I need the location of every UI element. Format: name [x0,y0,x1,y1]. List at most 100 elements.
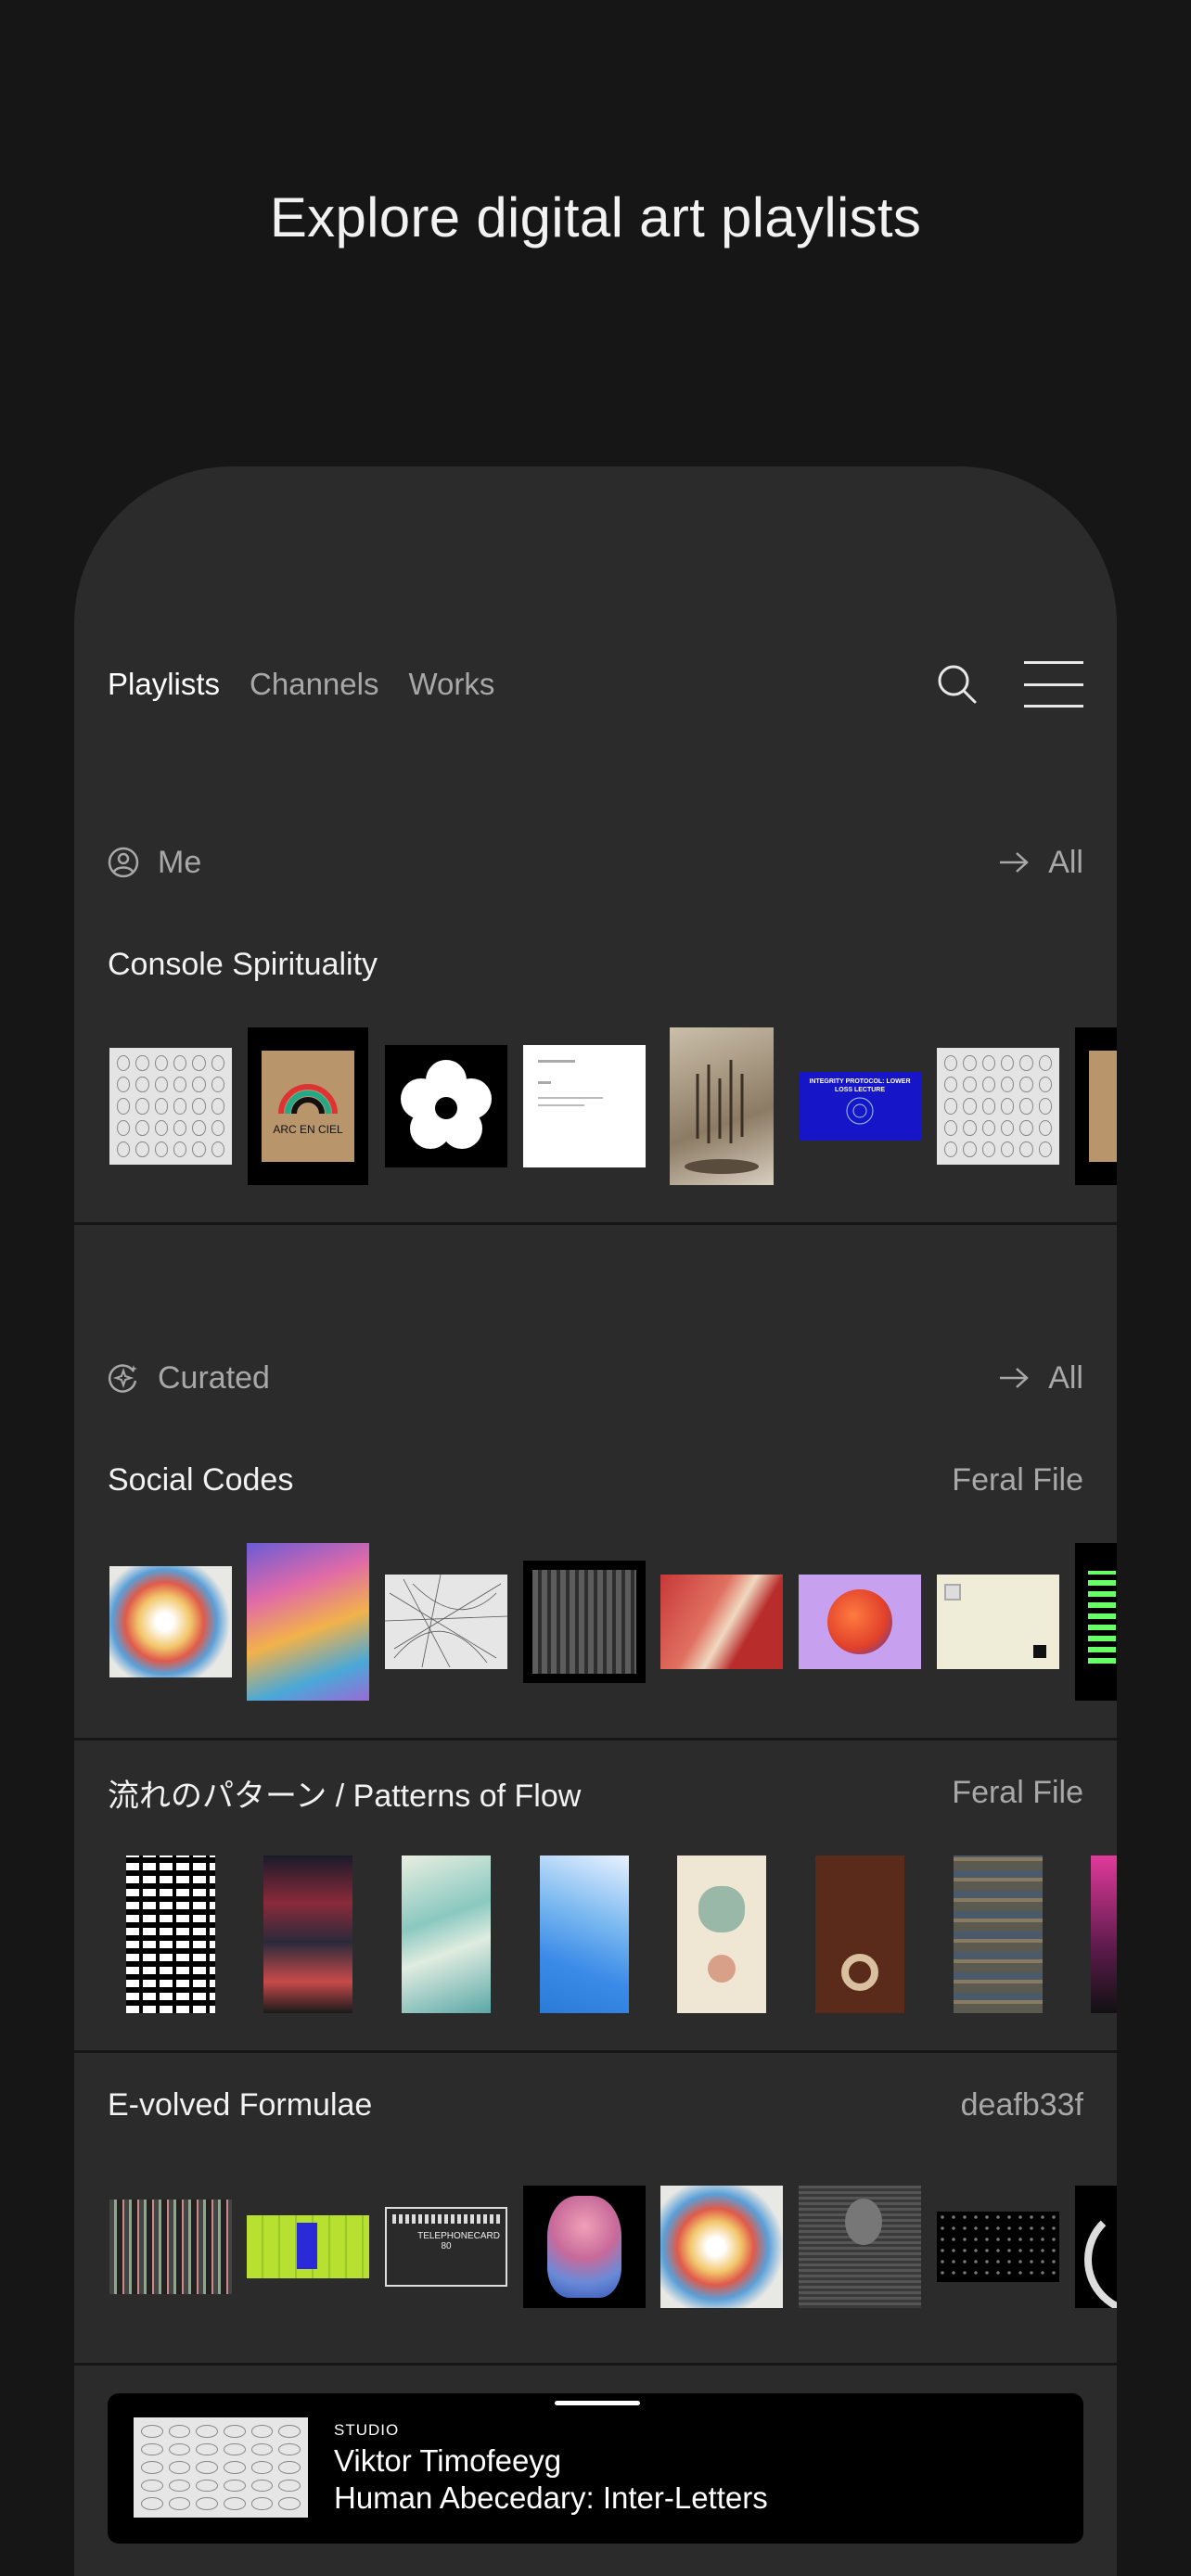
artwork-thumbnail[interactable] [521,1543,647,1701]
artwork-thumbnail[interactable] [245,1855,371,2013]
artwork-thumbnail[interactable]: TELEPHONECARD 80 [383,2168,509,2326]
section-label: Curated [158,1359,270,1396]
divider [74,1738,1117,1741]
playlist-owner: Feral File [952,1774,1083,1810]
drag-handle[interactable] [555,2401,640,2405]
artwork-thumbnail[interactable] [108,1027,234,1185]
artwork-thumbnail[interactable]: INTEGRITY PROTOCOL: LOWER LOSS LECTURE [797,1027,923,1185]
see-all-link[interactable]: All [1048,1360,1083,1396]
artwork-thumbnail[interactable] [245,2168,371,2326]
psychedelic-art [247,1543,369,1701]
dot-field-art [937,2212,1059,2282]
now-playing-bar[interactable]: STUDIO Viktor Timofeeyg Human Abecedary:… [108,2393,1083,2544]
gradient-swirl-art [109,1566,232,1677]
teal-flow-art [402,1855,491,2013]
artwork-caption: INTEGRITY PROTOCOL: LOWER LOSS LECTURE [809,1078,911,1093]
top-nav: Playlists Channels Works [108,652,1083,717]
artwork-thumbnail[interactable] [521,2168,647,2326]
playlist-thumbnails[interactable]: TELEPHONECARD 80 [108,2168,1117,2326]
artwork-thumbnail[interactable] [245,1543,371,1701]
user-circle-icon [108,847,139,878]
gray-maze-art [523,1561,646,1683]
text-document-art [523,1045,646,1167]
artwork-caption: 80 [441,2241,452,2251]
playlist-title: 流れのパターン / Patterns of Flow [108,1778,582,1814]
red-abstract-art [660,1575,783,1669]
page-title: Explore digital art playlists [269,186,922,249]
glyph-grid-art [937,1048,1059,1165]
artwork-thumbnail[interactable] [383,1855,509,2013]
arrow-right-icon[interactable] [998,851,1030,874]
artwork-thumbnail[interactable] [1072,2168,1117,2326]
playlist-header[interactable]: 流れのパターン / Patterns of Flow Feral File [108,1765,1083,1820]
magenta-art [1091,1855,1117,2013]
see-all-link[interactable]: All [1048,845,1083,881]
artwork-thumbnail[interactable] [659,1543,785,1701]
playlist-thumbnails[interactable] [108,1855,1117,2013]
artwork-thumbnail[interactable]: ARC EN CIEL [245,1027,371,1185]
line-scribble-art [385,1575,507,1669]
rust-circle-art [815,1855,904,2013]
integrity-protocol-art: INTEGRITY PROTOCOL: LOWER LOSS LECTURE [799,1072,921,1141]
glitch-green-art [1075,1543,1117,1701]
tab-playlists[interactable]: Playlists [108,667,220,702]
artwork-thumbnail[interactable] [1072,1855,1117,2013]
playlist-owner: Feral File [952,1461,1083,1498]
telephone-card-art: TELEPHONECARD 80 [385,2207,507,2287]
playlist-thumbnails[interactable]: ARC EN CIEL INTEGRITY PROTOCOL: LOWER LO… [108,1027,1117,1185]
artwork-thumbnail[interactable] [108,2168,234,2326]
green-grid-art [247,2215,369,2278]
playlist-header[interactable]: Social Codes Feral File [108,1452,1083,1508]
artwork-thumbnail[interactable] [108,1855,234,2013]
arc-en-ciel-art: ARC EN CIEL [248,1027,368,1185]
artwork-thumbnail[interactable] [935,1027,1061,1185]
artwork-thumbnail[interactable] [1072,1543,1117,1701]
artwork-thumbnail[interactable] [383,1543,509,1701]
artwork-thumbnail[interactable] [659,1027,785,1185]
beige-blob-art [677,1855,766,2013]
playlist-header[interactable]: Console Spirituality [108,937,1083,992]
tab-channels[interactable]: Channels [250,667,378,702]
artwork-thumbnail[interactable] [659,2168,785,2326]
beige-minimal-art [937,1575,1059,1669]
playlist-title: Console Spirituality [108,946,378,982]
etching-art [670,1027,774,1185]
blue-sky-art [540,1855,629,2013]
sparkle-badge-icon [109,1364,137,1393]
artwork-thumbnail[interactable] [521,1855,647,2013]
artwork-thumbnail[interactable] [1072,1027,1117,1185]
app-screen: Playlists Channels Works Me All Console … [74,466,1117,2576]
glitch-stripes-art [109,2200,232,2294]
now-playing-work: Human Abecedary: Inter-Letters [334,2480,768,2515]
artwork-thumbnail[interactable] [383,1027,509,1185]
artwork-thumbnail[interactable] [797,1543,923,1701]
artwork-caption: TELEPHONECARD [417,2231,500,2241]
artwork-thumbnail[interactable] [797,1855,923,2013]
playlist-header[interactable]: E-volved Formulae deafb33f [108,2077,1083,2133]
now-playing-artist: Viktor Timofeeyg [334,2443,562,2478]
arc-en-ciel-art [1075,1027,1117,1185]
artwork-thumbnail[interactable] [521,1027,647,1185]
section-header-curated: Curated All [108,1350,1083,1406]
purple-orb-art [799,1575,921,1669]
artwork-thumbnail[interactable] [659,1855,785,2013]
tab-works[interactable]: Works [408,667,494,702]
search-icon[interactable] [929,657,985,712]
flower-art [385,1045,507,1167]
divider [74,2050,1117,2053]
artwork-thumbnail[interactable] [935,2168,1061,2326]
playlist-title: E-volved Formulae [108,2086,373,2123]
menu-icon[interactable] [1024,661,1083,708]
building-facade-art [954,1855,1043,2013]
artwork-thumbnail[interactable] [108,1543,234,1701]
artwork-thumbnail[interactable] [797,2168,923,2326]
playlist-thumbnails[interactable] [108,1543,1117,1701]
artwork-thumbnail[interactable] [935,1855,1061,2013]
arrow-right-icon[interactable] [998,1367,1030,1389]
playlist-title: Social Codes [108,1461,294,1498]
divider [74,2363,1117,2366]
gradient-swirl-art [660,2186,783,2308]
artwork-thumbnail[interactable] [935,1543,1061,1701]
flower-vase-art [523,2186,646,2308]
section-header-me: Me All [108,835,1083,890]
